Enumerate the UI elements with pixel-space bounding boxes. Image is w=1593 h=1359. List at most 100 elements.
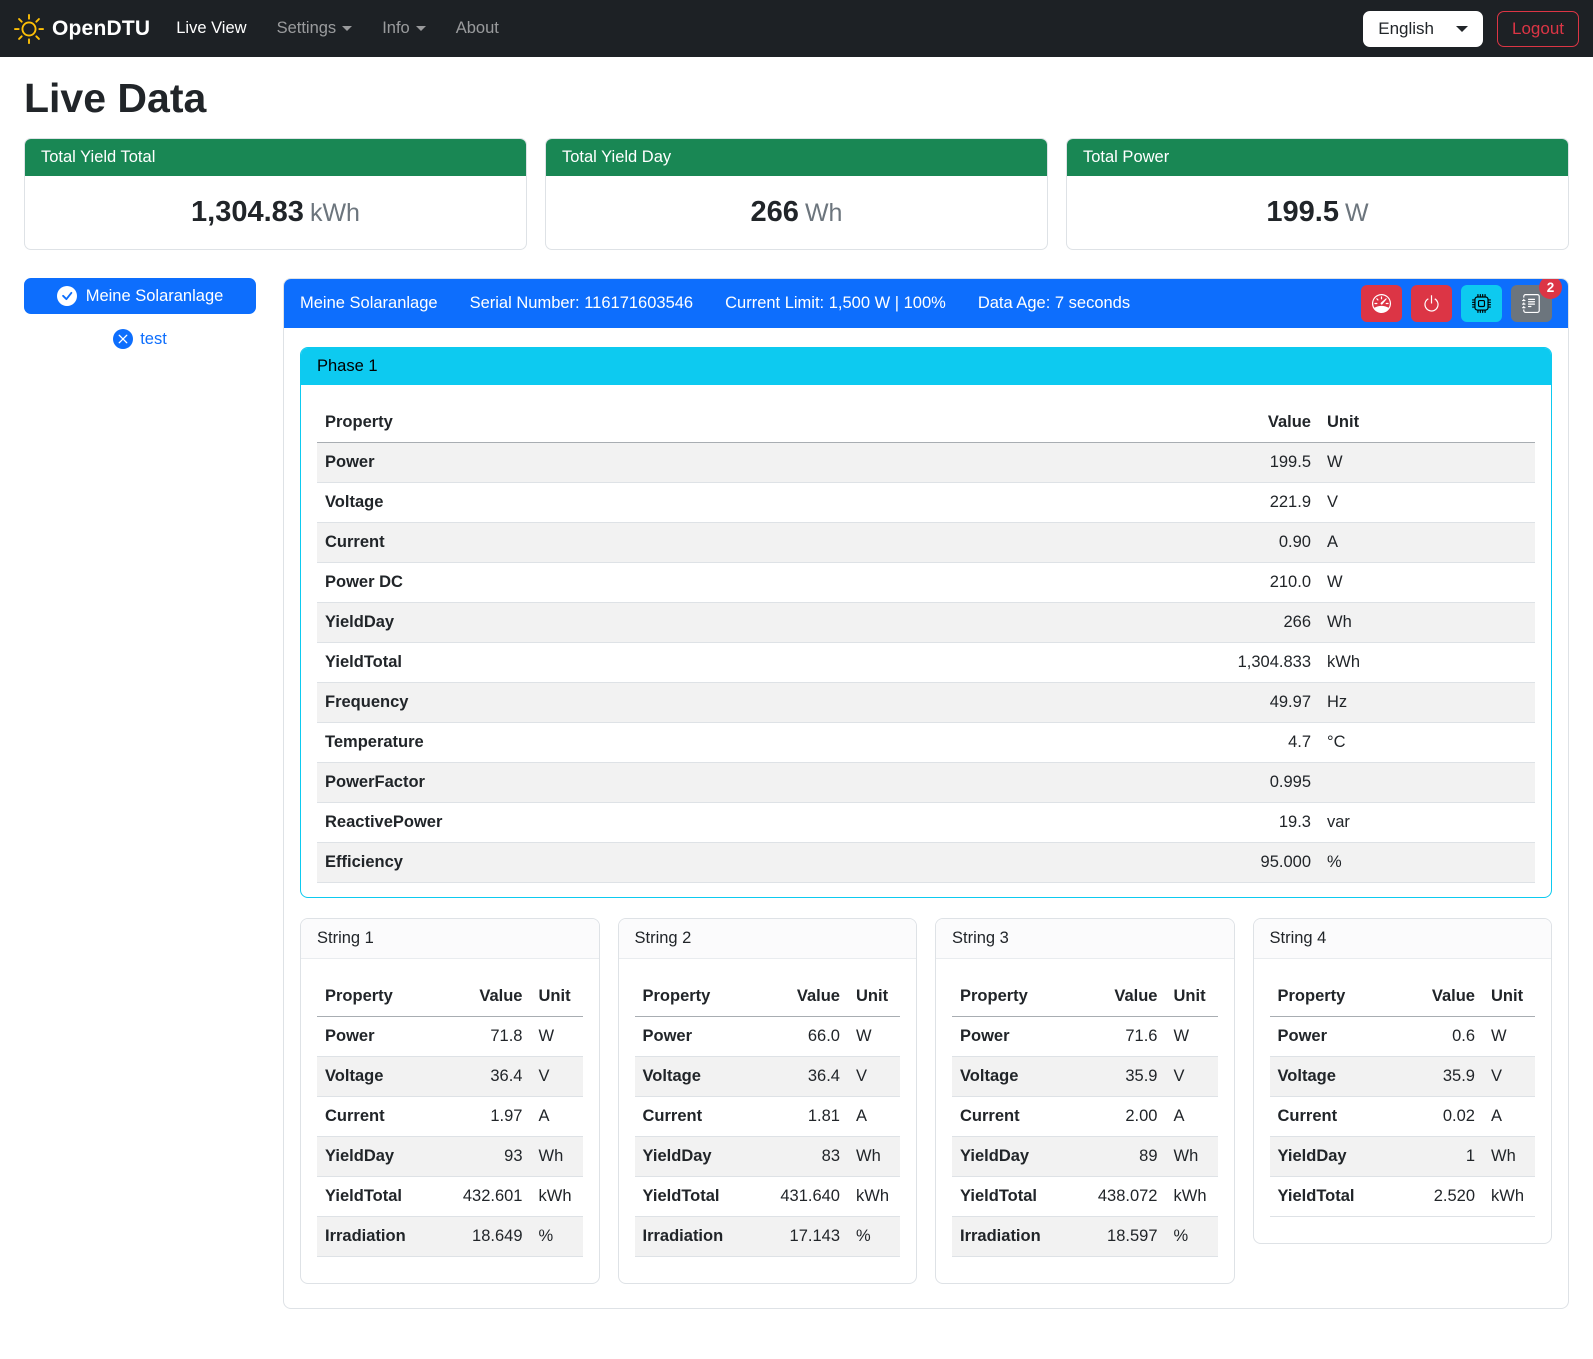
logout-button[interactable]: Logout [1497, 11, 1579, 47]
nav-info[interactable]: Info [382, 19, 426, 38]
string-4-header: String 4 [1254, 919, 1552, 959]
value-cell: 199.5 [1159, 443, 1319, 483]
phase-1-panel: Phase 1 PropertyValueUnit Power199.5WVol… [300, 347, 1552, 898]
inverter-selected-label: Meine Solaranlage [86, 287, 224, 306]
nav-about[interactable]: About [456, 19, 499, 38]
property-cell: Power [952, 1017, 1074, 1057]
unit-cell: % [1166, 1217, 1218, 1257]
unit-cell: W [848, 1017, 900, 1057]
brand[interactable]: OpenDTU [14, 14, 150, 44]
table-row: YieldTotal1,304.833kWh [317, 643, 1535, 683]
column-header: Property [1270, 977, 1392, 1017]
table-row: Irradiation18.649% [317, 1217, 583, 1257]
unit-cell: A [531, 1097, 583, 1137]
table-row: Power DC210.0W [317, 563, 1535, 603]
inverter-card: Meine Solaranlage Serial Number: 1161716… [283, 278, 1569, 1309]
property-cell: YieldTotal [635, 1177, 757, 1217]
phase-1-table: PropertyValueUnit Power199.5WVoltage221.… [317, 403, 1535, 883]
string-1-header: String 1 [301, 919, 599, 959]
table-row: YieldDay93Wh [317, 1137, 583, 1177]
value-cell: 2.00 [1074, 1097, 1166, 1137]
table-row: YieldTotal431.640kWh [635, 1177, 901, 1217]
table-row: Irradiation17.143% [635, 1217, 901, 1257]
total-power-card: Total Power 199.5W [1066, 138, 1569, 250]
speedometer-icon [1372, 294, 1391, 313]
unit-cell: W [1319, 563, 1535, 603]
inverter-data-age: Data Age: 7 seconds [978, 294, 1130, 313]
property-cell: ReactivePower [317, 803, 1159, 843]
inverter-limit: Current Limit: 1,500 W | 100% [725, 294, 946, 313]
property-cell: YieldDay [317, 1137, 439, 1177]
string-2-body: PropertyValueUnit Power66.0WVoltage36.4V… [619, 959, 917, 1283]
device-info-button[interactable] [1461, 285, 1502, 322]
journal-text-icon [1522, 294, 1541, 313]
value-cell: 1 [1391, 1137, 1483, 1177]
inverter-item-test[interactable]: test [24, 329, 256, 349]
inverter-name: Meine Solaranlage [300, 294, 438, 313]
table-header-row: PropertyValueUnit [317, 977, 583, 1017]
unit-cell: W [531, 1017, 583, 1057]
string-1-card: String 1 PropertyValueUnit Power71.8WVol… [300, 918, 600, 1284]
inverter-selected-button[interactable]: Meine Solaranlage [24, 278, 256, 314]
column-header: Unit [1483, 977, 1535, 1017]
unit-cell: V [848, 1057, 900, 1097]
card-body: 199.5W [1067, 176, 1568, 249]
value-cell: 0.6 [1391, 1017, 1483, 1057]
string-2-table: PropertyValueUnit Power66.0WVoltage36.4V… [635, 977, 901, 1257]
limit-settings-button[interactable] [1361, 285, 1402, 322]
value-cell: 17.143 [756, 1217, 848, 1257]
table-row: Current0.90A [317, 523, 1535, 563]
column-header: Property [317, 977, 439, 1017]
summary-cards-row: Total Yield Total 1,304.83kWh Total Yiel… [24, 138, 1569, 250]
unit-cell: % [848, 1217, 900, 1257]
table-row: Current1.81A [635, 1097, 901, 1137]
unit-cell: Hz [1319, 683, 1535, 723]
total-yield-day-value: 266 [751, 196, 799, 228]
event-log-button[interactable]: 2 [1511, 285, 1552, 322]
value-cell: 18.597 [1074, 1217, 1166, 1257]
value-cell: 18.649 [439, 1217, 531, 1257]
value-cell: 431.640 [756, 1177, 848, 1217]
card-header: Total Yield Day [546, 139, 1047, 176]
table-row: Power199.5W [317, 443, 1535, 483]
table-row: ReactivePower19.3var [317, 803, 1535, 843]
nav-links: Live View Settings Info About [176, 19, 499, 38]
property-cell: Current [635, 1097, 757, 1137]
value-cell: 71.6 [1074, 1017, 1166, 1057]
value-cell: 4.7 [1159, 723, 1319, 763]
string-3-body: PropertyValueUnit Power71.6WVoltage35.9V… [936, 959, 1234, 1283]
column-header: Unit [1166, 977, 1218, 1017]
string-3-card: String 3 PropertyValueUnit Power71.6WVol… [935, 918, 1235, 1284]
nav-settings-label: Settings [277, 19, 337, 38]
table-row: YieldDay1Wh [1270, 1137, 1536, 1177]
column-header: Value [1074, 977, 1166, 1017]
table-row: Power71.6W [952, 1017, 1218, 1057]
nav-live-view[interactable]: Live View [176, 19, 246, 38]
column-header: Value [439, 977, 531, 1017]
value-cell: 35.9 [1074, 1057, 1166, 1097]
column-header: Unit [848, 977, 900, 1017]
value-cell: 49.97 [1159, 683, 1319, 723]
column-header: Property [635, 977, 757, 1017]
string-4-body: PropertyValueUnit Power0.6WVoltage35.9VC… [1254, 959, 1552, 1243]
value-cell: 0.995 [1159, 763, 1319, 803]
nav-settings[interactable]: Settings [277, 19, 353, 38]
value-cell: 89 [1074, 1137, 1166, 1177]
power-icon [1422, 294, 1441, 313]
property-cell: Temperature [317, 723, 1159, 763]
language-select[interactable]: English [1363, 11, 1483, 47]
table-row: PowerFactor0.995 [317, 763, 1535, 803]
unit-cell: kWh [1483, 1177, 1535, 1217]
unit-cell: var [1319, 803, 1535, 843]
x-circle-icon [113, 329, 133, 349]
table-row: Voltage221.9V [317, 483, 1535, 523]
string-2-card: String 2 PropertyValueUnit Power66.0WVol… [618, 918, 918, 1284]
property-cell: Current [952, 1097, 1074, 1137]
total-yield-total-unit: kWh [310, 199, 360, 227]
column-header: Value [1159, 403, 1319, 443]
power-toggle-button[interactable] [1411, 285, 1452, 322]
unit-cell: V [1319, 483, 1535, 523]
value-cell: 71.8 [439, 1017, 531, 1057]
column-header: Unit [531, 977, 583, 1017]
table-row: Power0.6W [1270, 1017, 1536, 1057]
